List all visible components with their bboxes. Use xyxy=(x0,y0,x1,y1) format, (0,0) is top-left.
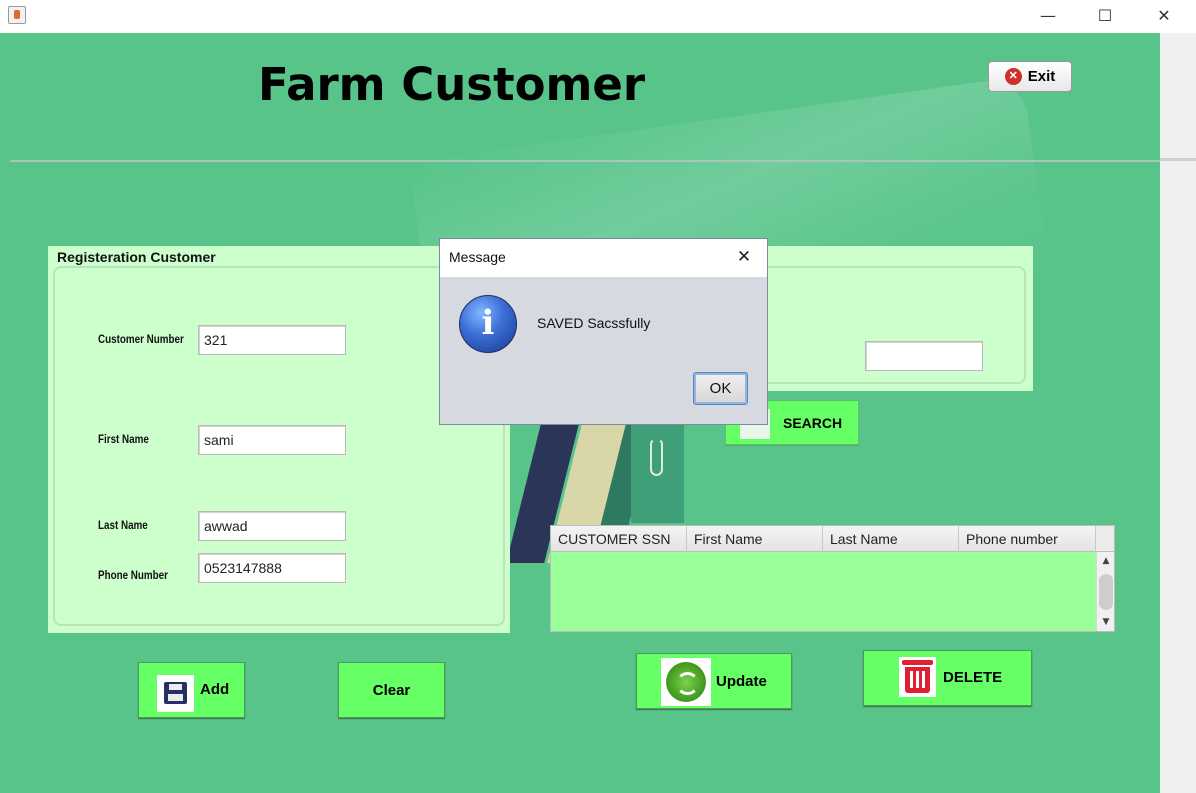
search-label: SEARCH xyxy=(783,414,843,431)
dialog-message: SAVED Sacssfully xyxy=(537,315,651,331)
customer-number-label: Customer Number xyxy=(98,332,184,346)
close-circle-icon: ✕ xyxy=(1004,68,1022,85)
information-icon: i xyxy=(459,295,517,353)
java-cup-icon xyxy=(8,6,26,24)
save-icon xyxy=(157,675,194,712)
phone-number-input[interactable]: 0523147888 xyxy=(198,553,346,583)
column-first-name[interactable]: First Name xyxy=(687,526,823,552)
trash-icon xyxy=(899,657,936,697)
search-input[interactable] xyxy=(865,341,983,371)
first-name-input[interactable]: sami xyxy=(198,425,346,455)
phone-number-label: Phone Number xyxy=(98,568,168,582)
registration-title: Registeration Customer xyxy=(57,249,216,265)
scroll-down-icon[interactable]: ▼ xyxy=(1097,615,1115,629)
exit-button[interactable]: ✕ Exit xyxy=(988,61,1072,92)
window-titlebar: — ☐ ✕ xyxy=(0,0,1196,33)
table-header: CUSTOMER SSN First Name Last Name Phone … xyxy=(551,526,1096,552)
dialog-close-button[interactable]: ✕ xyxy=(734,247,754,267)
scroll-thumb[interactable] xyxy=(1099,574,1113,610)
last-name-label: Last Name xyxy=(98,518,148,532)
clear-label: Clear xyxy=(372,681,411,699)
registration-form: Customer Number 321 First Name sami Last… xyxy=(53,266,505,626)
table-scrollbar[interactable]: ▲ ▼ xyxy=(1096,552,1114,631)
scroll-up-icon[interactable]: ▲ xyxy=(1097,554,1115,568)
application-window: — ☐ ✕ Farm Customer ✕ Exit Registeration… xyxy=(0,0,1196,793)
first-name-label: First Name xyxy=(98,432,149,446)
customer-number-input[interactable]: 321 xyxy=(198,325,346,355)
refresh-icon xyxy=(661,658,711,706)
customers-table[interactable]: CUSTOMER SSN First Name Last Name Phone … xyxy=(550,525,1115,632)
ok-button[interactable]: OK xyxy=(693,372,748,405)
maximize-button[interactable]: ☐ xyxy=(1082,0,1128,33)
exit-label: Exit xyxy=(1027,68,1056,85)
update-label: Update xyxy=(716,673,767,690)
add-label: Add xyxy=(200,681,230,698)
message-dialog: Message ✕ i SAVED Sacssfully OK xyxy=(439,238,768,425)
page-title: Farm Customer xyxy=(258,58,646,111)
column-phone-number[interactable]: Phone number xyxy=(959,526,1096,552)
add-button[interactable]: Add xyxy=(138,662,245,718)
dialog-title: Message xyxy=(449,249,506,265)
column-customer-ssn[interactable]: CUSTOMER SSN xyxy=(551,526,687,552)
delete-label: DELETE xyxy=(943,669,1003,686)
dialog-titlebar: Message ✕ xyxy=(440,239,767,277)
window-side-strip xyxy=(1160,33,1196,793)
window-close-button[interactable]: ✕ xyxy=(1141,0,1187,33)
delete-button[interactable]: DELETE xyxy=(863,650,1032,706)
last-name-input[interactable]: awwad xyxy=(198,511,346,541)
table-corner xyxy=(1096,526,1114,552)
minimize-button[interactable]: — xyxy=(1025,0,1071,33)
update-button[interactable]: Update xyxy=(636,653,792,709)
column-last-name[interactable]: Last Name xyxy=(823,526,959,552)
clear-button[interactable]: Clear xyxy=(338,662,445,718)
header-divider xyxy=(10,160,1160,162)
